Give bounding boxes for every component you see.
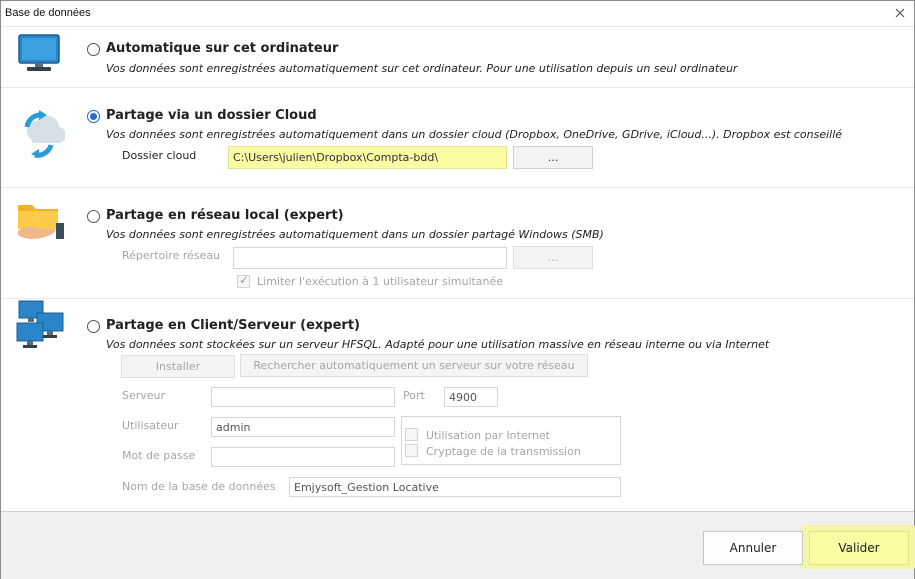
browse-network-folder-button[interactable]: ...: [513, 246, 593, 269]
user-input[interactable]: admin: [211, 417, 395, 437]
internet-checkbox[interactable]: [405, 428, 418, 441]
option-description: Vos données sont enregistrées automatiqu…: [106, 128, 843, 141]
option-title: Automatique sur cet ordinateur: [106, 41, 339, 56]
port-input[interactable]: 4900: [444, 387, 498, 407]
title-bar: Base de données: [1, 1, 914, 27]
browse-cloud-folder-button[interactable]: ...: [513, 146, 593, 169]
option-description: Vos données sont enregistrées automatiqu…: [106, 62, 738, 75]
option-title: Partage via un dossier Cloud: [106, 108, 317, 123]
server-input[interactable]: [211, 387, 395, 407]
encrypt-checkbox[interactable]: [405, 444, 418, 457]
option-description: Vos données sont enregistrées automatiqu…: [106, 228, 604, 241]
cloud-sync-icon: [24, 110, 65, 158]
radio-cloud-folder[interactable]: [87, 110, 100, 123]
computer-icon: [18, 34, 60, 71]
close-icon[interactable]: [894, 7, 906, 19]
password-label: Mot de passe: [122, 449, 196, 462]
radio-client-server[interactable]: [87, 320, 100, 333]
install-server-button[interactable]: Installer: [121, 355, 235, 378]
separator: [1, 187, 914, 188]
network-folder-label: Répertoire réseau: [122, 249, 221, 262]
network-folder-input[interactable]: [233, 247, 507, 269]
internet-label: Utilisation par Internet: [426, 429, 550, 442]
window-title: Base de données: [5, 7, 91, 19]
separator: [1, 87, 914, 88]
limit-users-label: Limiter l'exécution à 1 utilisateur simu…: [257, 275, 504, 288]
shared-folder-icon: [18, 205, 64, 239]
option-description: Vos données sont stockées sur un serveur…: [106, 338, 770, 351]
encrypt-label: Cryptage de la transmission: [426, 445, 581, 458]
dbname-input[interactable]: Emjysoft_Gestion Locative: [289, 477, 621, 497]
radio-local-computer[interactable]: [87, 43, 100, 56]
database-dialog: Base de données Automatique sur cet ordi…: [0, 0, 915, 579]
option-title: Partage en Client/Serveur (expert): [106, 318, 360, 333]
server-label: Serveur: [122, 389, 166, 402]
password-input[interactable]: [211, 447, 395, 467]
option-title: Partage en réseau local (expert): [106, 208, 344, 223]
cloud-folder-input[interactable]: C:\Users\julien\Dropbox\Compta-bdd\: [228, 146, 507, 169]
separator: [1, 298, 914, 299]
search-server-button[interactable]: Rechercher automatiquement un serveur su…: [240, 354, 588, 377]
limit-users-checkbox[interactable]: [237, 273, 250, 288]
port-label: Port: [403, 389, 425, 402]
cloud-folder-label: Dossier cloud: [122, 149, 197, 162]
validate-button[interactable]: Valider: [809, 531, 909, 565]
radio-local-network[interactable]: [87, 210, 100, 223]
dbname-label: Nom de la base de données: [122, 480, 276, 493]
network-computers-icon: [16, 300, 64, 348]
cancel-button[interactable]: Annuler: [703, 531, 803, 565]
user-label: Utilisateur: [122, 419, 179, 432]
